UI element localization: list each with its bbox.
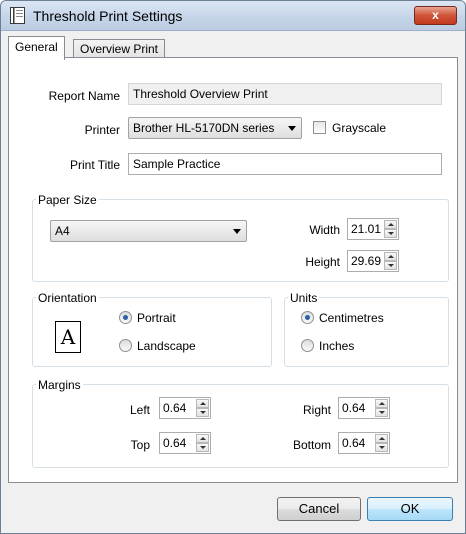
- close-button[interactable]: x: [414, 6, 457, 25]
- left-margin-value: 0.64: [163, 401, 187, 415]
- spin-up-icon[interactable]: [375, 399, 388, 408]
- orientation-group-label: Orientation: [36, 291, 99, 305]
- spin-down-icon[interactable]: [375, 408, 388, 417]
- printer-select-value: Brother HL-5170DN series: [133, 121, 275, 135]
- spin-up-icon[interactable]: [384, 220, 397, 229]
- print-title-input[interactable]: Sample Practice: [128, 153, 442, 175]
- units-group-label: Units: [288, 291, 320, 305]
- units-group: [284, 297, 449, 367]
- print-settings-dialog: Threshold Print Settings x General Overv…: [0, 0, 466, 534]
- tab-overview-print[interactable]: Overview Print: [73, 39, 166, 58]
- portrait-radio[interactable]: [119, 311, 132, 324]
- spin-up-icon[interactable]: [375, 434, 388, 443]
- printer-label: Printer: [84, 123, 120, 137]
- spin-down-icon[interactable]: [384, 261, 397, 270]
- inches-radio[interactable]: [301, 339, 314, 352]
- spin-up-icon[interactable]: [384, 252, 397, 261]
- chevron-down-icon: [288, 126, 296, 131]
- inches-label: Inches: [319, 339, 355, 353]
- grayscale-checkbox[interactable]: [313, 121, 326, 134]
- window-title: Threshold Print Settings: [33, 8, 183, 24]
- close-icon: x: [432, 8, 439, 22]
- left-margin-spinner[interactable]: 0.64: [159, 397, 211, 419]
- height-value: 29.69: [351, 254, 382, 268]
- top-margin-spinner[interactable]: 0.64: [159, 432, 211, 454]
- spin-down-icon[interactable]: [196, 408, 209, 417]
- chevron-down-icon: [233, 229, 241, 234]
- report-name-label: Report Name: [48, 89, 120, 103]
- ok-button[interactable]: OK: [367, 497, 453, 521]
- spin-down-icon[interactable]: [196, 443, 209, 452]
- height-label: Height: [305, 255, 340, 269]
- tab-general[interactable]: General: [8, 36, 65, 60]
- grayscale-label: Grayscale: [332, 121, 387, 135]
- spin-up-icon[interactable]: [196, 434, 209, 443]
- portrait-label: Portrait: [137, 311, 176, 325]
- width-spinner[interactable]: 21.01: [347, 218, 399, 240]
- width-value: 21.01: [351, 222, 382, 236]
- left-margin-label: Left: [129, 403, 150, 417]
- cancel-button[interactable]: Cancel: [277, 497, 361, 521]
- spin-down-icon[interactable]: [375, 443, 388, 452]
- print-title-label: Print Title: [69, 158, 120, 172]
- spin-up-icon[interactable]: [196, 399, 209, 408]
- right-margin-label: Right: [302, 403, 331, 417]
- printer-select[interactable]: Brother HL-5170DN series: [128, 117, 302, 139]
- centimetres-radio[interactable]: [301, 311, 314, 324]
- right-margin-spinner[interactable]: 0.64: [338, 397, 390, 419]
- top-margin-value: 0.64: [163, 436, 187, 450]
- width-label: Width: [309, 223, 340, 237]
- top-margin-label: Top: [130, 438, 150, 452]
- margins-group-label: Margins: [36, 378, 83, 392]
- right-margin-value: 0.64: [342, 401, 366, 415]
- paper-size-select[interactable]: A4: [50, 220, 247, 242]
- paper-size-group-label: Paper Size: [36, 193, 99, 207]
- bottom-margin-label: Bottom: [292, 438, 331, 452]
- title-bar[interactable]: Threshold Print Settings x: [1, 1, 465, 31]
- document-icon: [10, 7, 25, 24]
- bottom-margin-spinner[interactable]: 0.64: [338, 432, 390, 454]
- landscape-label: Landscape: [137, 339, 196, 353]
- spin-down-icon[interactable]: [384, 229, 397, 238]
- portrait-page-icon: A: [55, 321, 81, 353]
- report-name-field: Threshold Overview Print: [128, 83, 442, 105]
- paper-size-select-value: A4: [55, 224, 70, 238]
- landscape-radio[interactable]: [119, 339, 132, 352]
- height-spinner[interactable]: 29.69: [347, 250, 399, 272]
- bottom-margin-value: 0.64: [342, 436, 366, 450]
- centimetres-label: Centimetres: [319, 311, 384, 325]
